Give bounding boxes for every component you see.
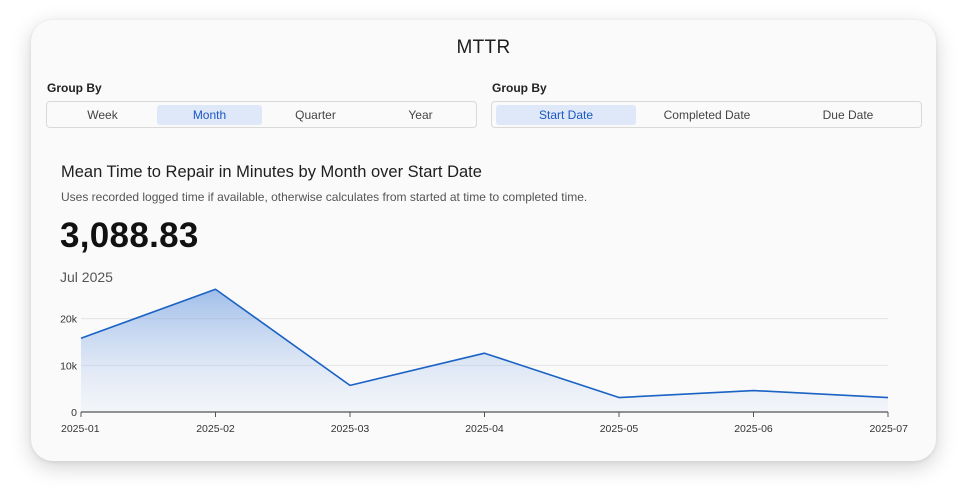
data-point[interactable]	[213, 286, 219, 292]
x-tick-label: 2025-07	[869, 423, 908, 435]
x-tick-label: 2025-01	[61, 423, 100, 435]
x-tick-label: 2025-05	[600, 423, 639, 435]
data-point[interactable]	[347, 382, 353, 388]
data-point[interactable]	[78, 335, 84, 341]
mttr-card: MTTR Group By Week Month Quarter Year Gr…	[31, 20, 936, 461]
x-tick-label: 2025-02	[196, 423, 235, 435]
y-tick-label: 20k	[60, 314, 78, 326]
data-point[interactable]	[482, 350, 488, 356]
y-tick-label: 0	[71, 407, 77, 419]
data-point[interactable]	[616, 395, 622, 401]
y-tick-label: 10k	[60, 360, 78, 372]
data-point[interactable]	[885, 395, 891, 401]
x-tick-label: 2025-04	[465, 423, 504, 435]
x-tick-label: 2025-06	[734, 423, 773, 435]
mttr-area-chart[interactable]: 0 10k 20k 2025-01 2025-02 2025-03 2025-04 2025-…	[31, 20, 936, 461]
x-tick-label: 2025-03	[331, 423, 370, 435]
data-point[interactable]	[751, 388, 757, 394]
